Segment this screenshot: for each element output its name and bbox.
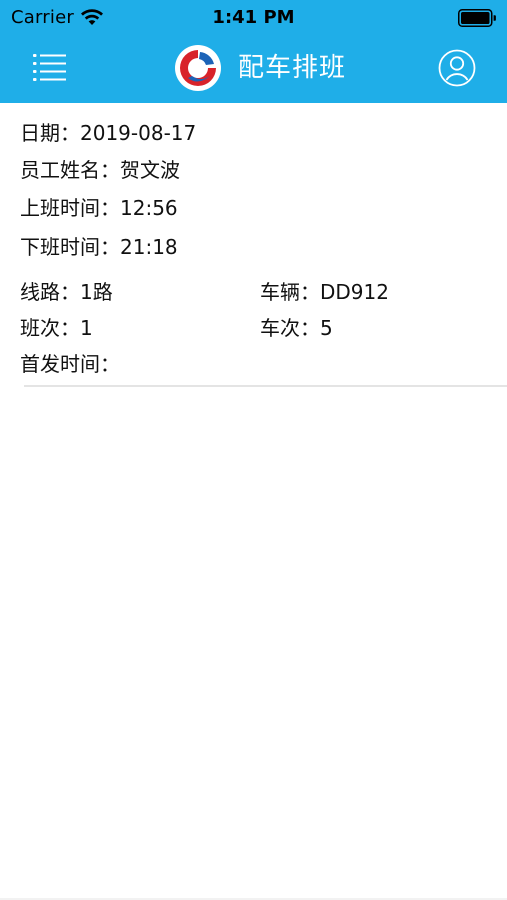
trip-label: 车次： [260,316,320,340]
start-time-value: 12:56 [120,196,178,220]
date-value: 2019-08-17 [80,121,197,145]
profile-button[interactable] [438,49,476,87]
vehicle-label: 车辆： [260,280,320,304]
first-departure-label: 首发时间： [20,352,120,376]
battery-icon [458,9,496,27]
date-row: 日期：2019-08-17 [20,120,196,146]
end-time-value: 21:18 [120,235,178,259]
end-time-row: 下班时间：21:18 [20,234,178,260]
first-departure-row: 首发时间： [20,351,120,377]
trip-row: 车次：5 [260,315,333,341]
employee-name-row: 员工姓名：贺文波 [20,157,180,183]
app-logo-icon [175,45,221,91]
route-row: 线路：1路 [20,279,113,305]
start-time-label: 上班时间： [20,196,120,220]
page-title: 配车排班 [238,53,347,83]
employee-name-value: 贺文波 [120,158,180,182]
trip-value: 5 [320,316,333,340]
route-value: 1路 [80,280,113,304]
end-time-label: 下班时间： [20,235,120,259]
status-time: 1:41 PM [212,7,295,28]
vehicle-row: 车辆：DD912 [260,279,389,305]
header-brand: 配车排班 [174,44,346,92]
navigation-header: Carrier 1:41 PM 配车排班 [0,0,507,103]
status-bar: Carrier 1:41 PM [0,0,507,36]
employee-name-label: 员工姓名： [20,158,120,182]
menu-button[interactable] [26,50,72,84]
user-profile-icon [438,49,476,87]
vehicle-value: DD912 [320,280,389,304]
list-menu-icon [33,54,66,81]
section-divider [24,385,507,387]
start-time-row: 上班时间：12:56 [20,195,178,221]
shift-label: 班次： [20,316,80,340]
shift-row: 班次：1 [20,315,93,341]
shift-value: 1 [80,316,93,340]
route-label: 线路： [20,280,80,304]
date-label: 日期： [20,121,80,145]
